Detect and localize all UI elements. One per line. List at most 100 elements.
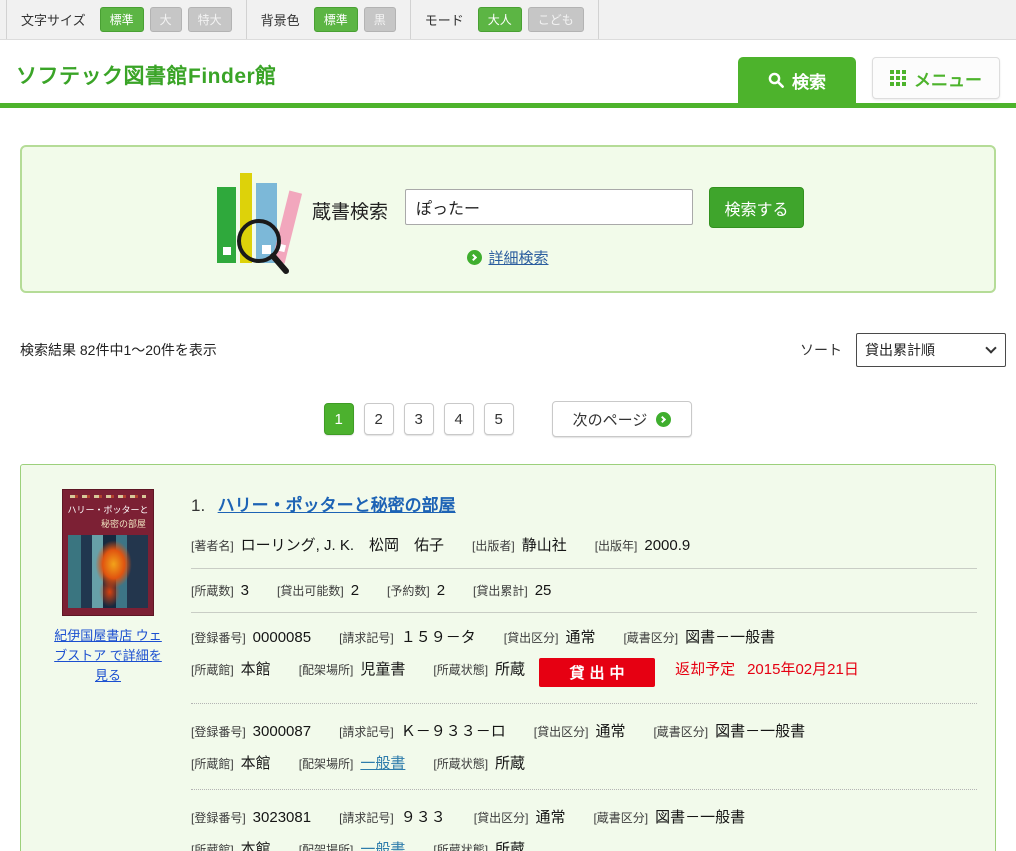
page-button-1[interactable]: 1 <box>324 403 354 435</box>
copy-row-ids: [登録番号] 3023081 [請求記号] ９３３ [貸出区分] 通常 [蔵書区… <box>191 806 977 827</box>
cover-top-decoration <box>70 495 146 498</box>
library-label: [所蔵館] <box>191 755 234 772</box>
divider <box>191 568 977 569</box>
kinokuniya-store-link[interactable]: 紀伊国屋書店 ウェブストア で詳細を見る <box>52 626 164 686</box>
available-value: 2 <box>351 582 359 599</box>
copy-row-ids: [登録番号] 3000087 [請求記号] Ｋ－９３３－ロ [貸出区分] 通常 … <box>191 720 977 741</box>
copy-block-2: [登録番号] 3000087 [請求記号] Ｋ－９３３－ロ [貸出区分] 通常 … <box>191 720 977 773</box>
copy-row-location: [所蔵館] 本館 [配架場所] 一般書 [所蔵状態] 所蔵 <box>191 752 977 773</box>
tab-menu-label: メニュー <box>914 66 982 91</box>
mode-adult-button[interactable]: 大人 <box>478 7 522 32</box>
result-title-row: 1. ハリー・ポッターと秘密の部屋 <box>191 491 977 516</box>
advanced-search-row: 詳細検索 <box>22 247 994 268</box>
loan-type-value: 通常 <box>535 806 565 827</box>
font-size-xlarge-button[interactable]: 特大 <box>188 7 232 32</box>
reservations-value: 2 <box>437 582 445 599</box>
font-size-standard-button[interactable]: 標準 <box>100 7 144 32</box>
site-header: ソフテック図書館Finder館 検索 メニュー <box>0 40 1016 103</box>
library-label: [所蔵館] <box>191 841 234 851</box>
bg-color-black-button[interactable]: 黒 <box>364 7 396 32</box>
library-value: 本館 <box>241 658 271 679</box>
call-number-value: ９３３ <box>401 806 446 827</box>
collection-class-label: [蔵書区分] <box>653 723 708 740</box>
collection-class-label: [蔵書区分] <box>593 809 648 826</box>
shelf-label: [配架場所] <box>299 661 354 678</box>
sort-area: ソート 貸出累計順 <box>800 333 1006 367</box>
page-button-5[interactable]: 5 <box>484 403 514 435</box>
shelf-label: [配架場所] <box>299 755 354 772</box>
loan-type-label: [貸出区分] <box>474 809 529 826</box>
header-tabs: 検索 メニュー <box>738 57 1000 103</box>
next-page-button[interactable]: 次のページ <box>552 401 693 437</box>
call-number-value: Ｋ－９３３－ロ <box>401 720 506 741</box>
book-cover-image: ハリー・ポッターと 秘密の部屋 <box>62 489 154 616</box>
page-button-2[interactable]: 2 <box>364 403 394 435</box>
shelf-link[interactable]: 一般書 <box>360 838 405 851</box>
reg-number-value: 0000085 <box>253 629 311 646</box>
copy-row-location: [所蔵館] 本館 [配架場所] 児童書 [所蔵状態] 所蔵 貸出中 返却予定 2… <box>191 658 977 687</box>
copy-block-1: [登録番号] 0000085 [請求記号] １５９－タ [貸出区分] 通常 [蔵… <box>191 626 977 687</box>
available-label: [貸出可能数] <box>277 582 344 599</box>
mode-kids-button[interactable]: こども <box>528 7 584 32</box>
library-value: 本館 <box>241 838 271 851</box>
tab-menu[interactable]: メニュー <box>872 57 1000 99</box>
search-result-item: ハリー・ポッターと 秘密の部屋 紀伊国屋書店 ウェブストア で詳細を見る 1. … <box>20 464 996 851</box>
copy-row-location: [所蔵館] 本館 [配架場所] 一般書 [所蔵状態] 所蔵 <box>191 838 977 851</box>
shelf-link[interactable]: 一般書 <box>360 752 405 773</box>
copy-row-ids: [登録番号] 0000085 [請求記号] １５９－タ [貸出区分] 通常 [蔵… <box>191 626 977 647</box>
search-input[interactable] <box>405 189 693 225</box>
holdings-value: 3 <box>241 582 249 599</box>
collection-class-value: 図書－一般書 <box>685 626 775 647</box>
grid-icon <box>890 70 906 86</box>
font-size-large-button[interactable]: 大 <box>150 7 182 32</box>
reg-number-value: 3000087 <box>253 723 311 740</box>
status-value: 所蔵 <box>495 838 525 851</box>
next-page-label: 次のページ <box>573 409 648 430</box>
shelf-value: 児童書 <box>360 658 405 679</box>
collection-class-label: [蔵書区分] <box>623 629 678 646</box>
reg-number-label: [登録番号] <box>191 723 246 740</box>
call-number-label: [請求記号] <box>339 809 394 826</box>
shelf-label: [配架場所] <box>299 841 354 851</box>
sort-label: ソート <box>800 340 842 360</box>
publisher-value: 静山社 <box>522 534 567 555</box>
search-submit-button[interactable]: 検索する <box>709 187 804 228</box>
accessibility-toolbar: 文字サイズ 標準 大 特大 背景色 標準 黒 モード 大人 こども <box>0 0 1016 40</box>
page-button-3[interactable]: 3 <box>404 403 434 435</box>
sort-select[interactable]: 貸出累計順 <box>856 333 1006 367</box>
sort-select-wrap: 貸出累計順 <box>856 333 1006 367</box>
status-value: 所蔵 <box>495 658 525 679</box>
bg-color-standard-button[interactable]: 標準 <box>314 7 358 32</box>
tab-search[interactable]: 検索 <box>738 57 856 103</box>
reservations-label: [予約数] <box>387 582 430 599</box>
divider-dotted <box>191 703 977 704</box>
loan-type-value: 通常 <box>565 626 595 647</box>
results-summary: 検索結果 82件中1～20件を表示 <box>20 340 217 360</box>
return-due-date: 2015年02月21日 <box>747 658 859 679</box>
mode-label: モード <box>425 10 464 29</box>
result-title-link[interactable]: ハリー・ポッターと秘密の部屋 <box>218 496 456 515</box>
page-button-4[interactable]: 4 <box>444 403 474 435</box>
results-bar: 検索結果 82件中1～20件を表示 ソート 貸出累計順 <box>20 333 996 367</box>
status-label: [所蔵状態] <box>433 661 488 678</box>
cover-column: ハリー・ポッターと 秘密の部屋 紀伊国屋書店 ウェブストア で詳細を見る <box>49 489 167 851</box>
advanced-search-link[interactable]: 詳細検索 <box>488 247 548 268</box>
loan-type-label: [貸出区分] <box>534 723 589 740</box>
arrow-circle-icon <box>656 412 671 427</box>
reg-number-label: [登録番号] <box>191 809 246 826</box>
font-size-label: 文字サイズ <box>21 10 86 29</box>
copy-block-3: [登録番号] 3023081 [請求記号] ９３３ [貸出区分] 通常 [蔵書区… <box>191 806 977 851</box>
font-size-group: 文字サイズ 標準 大 特大 <box>6 0 247 39</box>
cover-illustration <box>68 535 148 608</box>
mode-group: モード 大人 こども <box>411 0 599 39</box>
pubyear-label: [出版年] <box>595 537 638 554</box>
pagination: 1 2 3 4 5 次のページ <box>0 401 1016 437</box>
divider-dotted <box>191 789 977 790</box>
status-label: [所蔵状態] <box>433 755 488 772</box>
call-number-label: [請求記号] <box>339 629 394 646</box>
result-index: 1. <box>191 496 205 515</box>
collection-class-value: 図書－一般書 <box>655 806 745 827</box>
collection-search-panel: 蔵書検索 検索する 詳細検索 <box>20 145 996 293</box>
library-label: [所蔵館] <box>191 661 234 678</box>
on-loan-badge: 貸出中 <box>539 658 655 687</box>
